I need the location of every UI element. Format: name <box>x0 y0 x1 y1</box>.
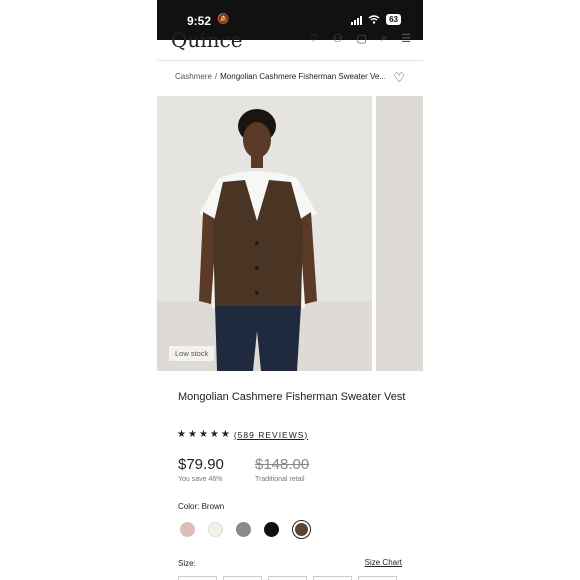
product-photo-main[interactable]: Low stock <box>157 96 372 371</box>
favorite-heart-icon[interactable]: ♡ <box>393 70 405 86</box>
wifi-icon <box>368 15 380 24</box>
product-title: Mongolian Cashmere Fisherman Sweater Ves… <box>178 391 406 403</box>
product-photo-next[interactable] <box>376 96 423 371</box>
product-gallery[interactable]: Low stock <box>157 96 423 371</box>
size-option[interactable] <box>358 576 397 580</box>
size-option[interactable] <box>178 576 217 580</box>
account-icon[interactable]: ⚇ <box>333 32 343 45</box>
original-price: $148.00 <box>255 456 310 473</box>
color-swatch-cream[interactable] <box>208 522 223 537</box>
menu-icon[interactable]: ☰ <box>401 32 411 45</box>
size-option[interactable] <box>223 576 262 580</box>
star-icon: ★ <box>198 429 208 440</box>
sale-price: $79.90 <box>178 456 224 473</box>
retail-label: Traditional retail <box>255 476 305 483</box>
breadcrumb: Cashmere / Mongolian Cashmere Fisherman Sw… <box>175 72 385 81</box>
search-icon[interactable]: ⌕ <box>381 32 387 45</box>
rating[interactable]: ★ ★ ★ ★ ★ (589 REVIEWS) <box>177 429 308 440</box>
color-swatch-gray[interactable] <box>236 522 251 537</box>
size-option[interactable] <box>268 576 307 580</box>
header-icons: ♡ ⚇ ▢ ⌕ ☰ <box>309 32 411 45</box>
star-icon: ★ <box>220 429 230 440</box>
low-stock-badge: Low stock <box>169 346 215 361</box>
cart-icon[interactable]: ▢ <box>357 32 367 45</box>
battery-indicator: 63 <box>386 14 401 25</box>
breadcrumb-current: Mongolian Cashmere Fisherman Sweater Ve.… <box>220 72 385 81</box>
signal-icon <box>351 15 363 25</box>
color-swatch-brown[interactable] <box>292 520 311 539</box>
brand-logo[interactable]: Quince <box>171 28 243 52</box>
status-time: 9:52 <box>187 14 212 28</box>
savings-text: You save 46% <box>178 476 223 483</box>
star-icon: ★ <box>209 429 219 440</box>
reviews-link[interactable]: (589 REVIEWS) <box>234 430 308 440</box>
breadcrumb-separator: / <box>214 72 218 81</box>
model-illustration <box>157 96 372 371</box>
star-icon: ★ <box>177 429 186 440</box>
phone-screen: 9:52 🔕 63 Quince ♡ ⚇ ▢ ⌕ ☰ Cashmere / Mong… <box>157 0 423 580</box>
breadcrumb-parent[interactable]: Cashmere <box>175 72 212 81</box>
star-icon: ★ <box>187 429 197 440</box>
color-label: Color: Brown <box>178 502 225 511</box>
size-options <box>178 576 397 580</box>
color-swatch-black[interactable] <box>264 522 279 537</box>
status-icons: 63 <box>351 14 401 25</box>
wishlist-icon[interactable]: ♡ <box>309 32 319 45</box>
color-swatches <box>180 520 311 539</box>
silent-bell-icon: 🔕 <box>217 14 230 25</box>
app-header: Quince ♡ ⚇ ▢ ⌕ ☰ <box>157 28 423 61</box>
size-option[interactable] <box>313 576 352 580</box>
size-chart-link[interactable]: Size Chart <box>365 558 402 567</box>
color-swatch-pink[interactable] <box>180 522 195 537</box>
size-label: Size: <box>178 559 196 568</box>
